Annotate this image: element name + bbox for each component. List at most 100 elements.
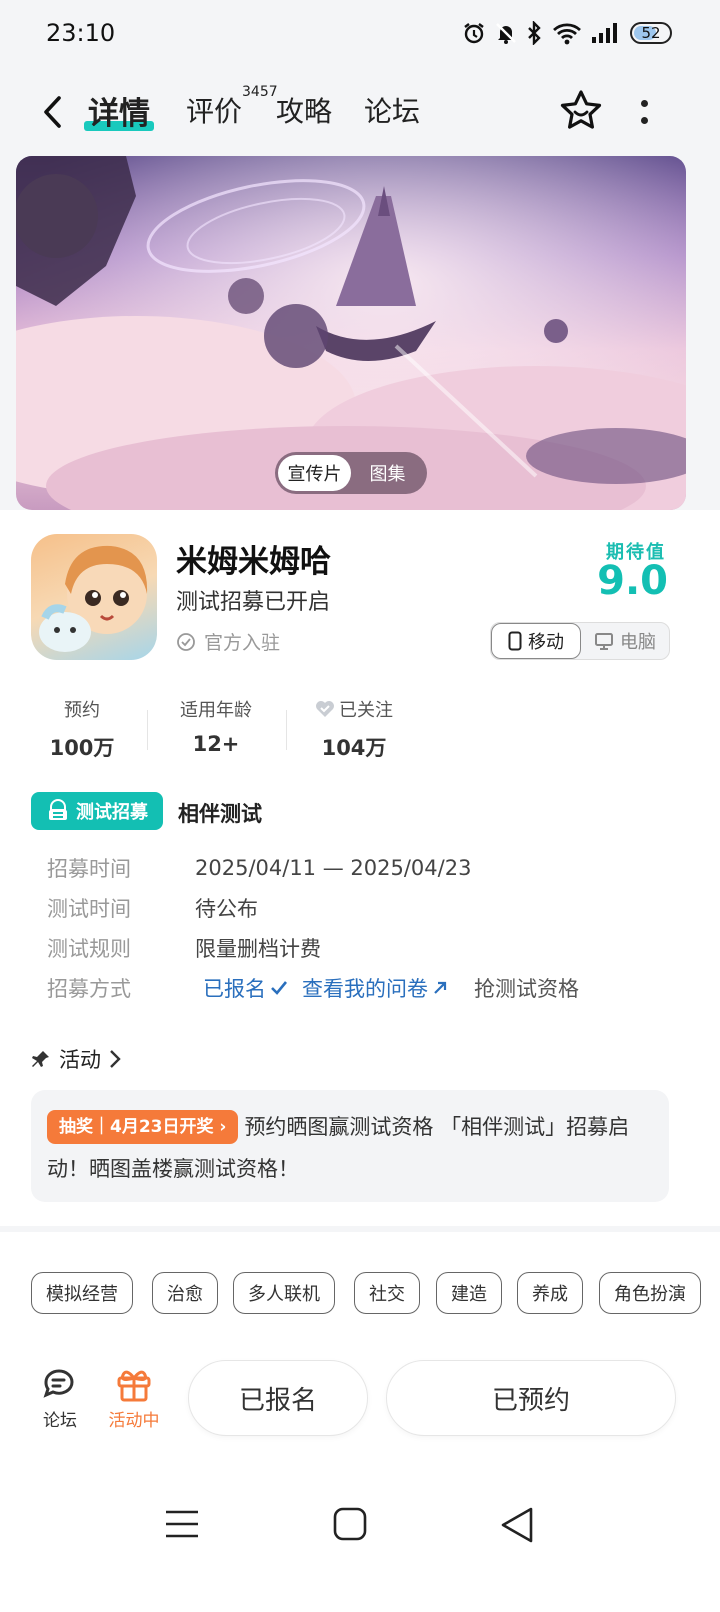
star-smile-icon <box>560 90 602 129</box>
test-title: 相伴测试 <box>178 802 262 826</box>
forum-label: 论坛 <box>43 1411 77 1431</box>
chevron-left-icon <box>44 96 61 128</box>
info-key: 招募时间 <box>47 857 131 881</box>
platform-mobile-label: 移动 <box>528 632 564 653</box>
tag-chip[interactable]: 建造 <box>436 1272 502 1314</box>
home-icon[interactable] <box>332 1506 368 1542</box>
phone-icon <box>508 631 522 651</box>
hero-media[interactable]: 宣传片 图集 <box>16 156 686 510</box>
stat-label: 预约 <box>64 700 100 721</box>
stat-reservations: 预约 100万 <box>32 696 132 762</box>
tab-details-label: 详情 <box>88 96 150 132</box>
stat-value: 104万 <box>321 736 387 760</box>
back-triangle-icon[interactable] <box>498 1506 536 1544</box>
tab-forum[interactable]: 论坛 <box>364 90 420 130</box>
info-row-test-time: 测试时间 待公布 <box>47 893 258 923</box>
stat-value: 100万 <box>49 736 115 760</box>
forum-shortcut[interactable]: 论坛 <box>30 1362 90 1431</box>
platform-pc[interactable]: 电脑 <box>581 623 669 659</box>
tag-chip[interactable]: 多人联机 <box>233 1272 335 1314</box>
tab-details[interactable]: 详情 <box>84 88 154 133</box>
signal-icon <box>592 23 617 43</box>
info-row-test-rules: 测试规则 限量删档计费 <box>47 933 321 963</box>
tag-chip[interactable]: 模拟经营 <box>31 1272 133 1314</box>
reserved-button[interactable]: 已预约 <box>386 1360 676 1436</box>
status-bar: 23:10 52 <box>0 0 720 66</box>
stat-divider <box>147 710 148 750</box>
info-row-recruit-time: 招募时间 2025/04/11 — 2025/04/23 <box>47 853 471 883</box>
signed-up-button[interactable]: 已报名 <box>188 1360 368 1436</box>
stat-divider <box>286 710 287 750</box>
bluetooth-icon <box>528 21 541 45</box>
grab-qualification-link[interactable]: 抢测试资格 <box>474 973 579 1003</box>
app-icon-art <box>39 545 148 652</box>
chat-bubbles-icon <box>43 1369 74 1398</box>
tag-chip[interactable]: 社交 <box>354 1272 420 1314</box>
official-badge: 官方入驻 <box>176 628 280 655</box>
test-badge-label: 测试招募 <box>76 802 148 823</box>
gallery-tab[interactable]: 图集 <box>351 455 424 491</box>
wifi-icon <box>553 23 581 45</box>
activity-header[interactable]: 活动 <box>31 1044 121 1074</box>
activity-shortcut[interactable]: 活动中 <box>104 1362 164 1431</box>
platform-switch: 移动 电脑 <box>490 622 670 660</box>
heart-check-icon <box>316 701 334 717</box>
info-value: 2025/04/11 — 2025/04/23 <box>195 856 472 880</box>
stat-label: 适用年龄 <box>180 700 252 721</box>
platform-pc-label: 电脑 <box>620 632 656 653</box>
favorite-button[interactable] <box>558 88 604 134</box>
alarm-icon <box>464 23 484 44</box>
stat-followers[interactable]: 已关注 104万 <box>304 696 404 762</box>
bottom-action-bar: 论坛 活动中 已报名 已预约 <box>0 1326 720 1462</box>
info-key: 测试时间 <box>47 897 131 921</box>
review-count-badge: 3457 <box>242 84 278 100</box>
stat-value: 12+ <box>192 732 240 756</box>
system-nav-bar <box>0 1462 720 1612</box>
status-icons: 52 <box>462 21 672 45</box>
tab-forum-label: 论坛 <box>364 95 421 128</box>
tag-chip[interactable]: 治愈 <box>152 1272 218 1314</box>
tab-guides-label: 攻略 <box>276 95 333 128</box>
top-nav: 详情 评价 3457 攻略 论坛 <box>0 70 720 156</box>
activity-heading: 活动 <box>59 1048 101 1072</box>
info-value: 待公布 <box>195 897 258 921</box>
back-button[interactable] <box>36 92 68 132</box>
tab-reviews-label: 评价 <box>186 95 243 128</box>
gift-icon <box>117 1370 151 1402</box>
genre-tags: 模拟经营 治愈 多人联机 社交 建造 养成 角色扮演 <box>0 1232 720 1326</box>
platform-mobile[interactable]: 移动 <box>491 623 581 659</box>
info-key: 招募方式 <box>47 977 131 1001</box>
activity-card[interactable]: 抽奖｜4月23日开奖 › 预约晒图赢测试资格 「相伴测试」招募启动！晒图盖楼赢测试… <box>31 1090 669 1202</box>
more-options-button[interactable] <box>636 92 652 132</box>
view-survey-link[interactable]: 查看我的问卷 <box>302 973 448 1003</box>
signed-up-label: 已报名 <box>203 977 266 1001</box>
tag-chip[interactable]: 角色扮演 <box>599 1272 701 1314</box>
menu-icon[interactable] <box>164 1506 200 1542</box>
lottery-label: 抽奖｜4月23日开奖 <box>59 1117 214 1137</box>
expectation-score: 9.0 <box>597 558 668 604</box>
view-survey-label: 查看我的问卷 <box>302 977 428 1001</box>
tag-chip[interactable]: 养成 <box>517 1272 583 1314</box>
stat-label-row: 已关注 <box>304 696 404 722</box>
signed-up-link[interactable]: 已报名 <box>203 973 288 1003</box>
info-value: 限量删档计费 <box>195 937 321 961</box>
info-key: 测试规则 <box>47 937 131 961</box>
test-recruit-badge: 测试招募 <box>31 792 163 830</box>
lottery-badge: 抽奖｜4月23日开奖 › <box>47 1110 239 1144</box>
media-toggle: 宣传片 图集 <box>275 452 427 494</box>
activity-label: 活动中 <box>108 1411 160 1431</box>
stat-age-rating: 适用年龄 12+ <box>166 696 266 756</box>
app-subtitle: 测试招募已开启 <box>176 590 331 615</box>
video-tab[interactable]: 宣传片 <box>278 455 351 491</box>
stat-label: 已关注 <box>339 700 393 721</box>
battery-level: 52 <box>641 24 661 42</box>
tab-reviews[interactable]: 评价 <box>186 90 242 130</box>
battery-indicator: 52 <box>630 22 672 44</box>
app-title: 米姆米姆哈 <box>176 544 331 580</box>
chevron-right-icon <box>110 1050 121 1068</box>
detail-content: 米姆米姆哈 测试招募已开启 官方入驻 期待值 9.0 移动 电脑 预约 100万… <box>0 510 720 1226</box>
mute-bell-icon <box>496 23 516 44</box>
check-circle-icon <box>177 632 195 651</box>
tab-guides[interactable]: 攻略 <box>276 90 332 130</box>
official-label: 官方入驻 <box>204 632 281 654</box>
